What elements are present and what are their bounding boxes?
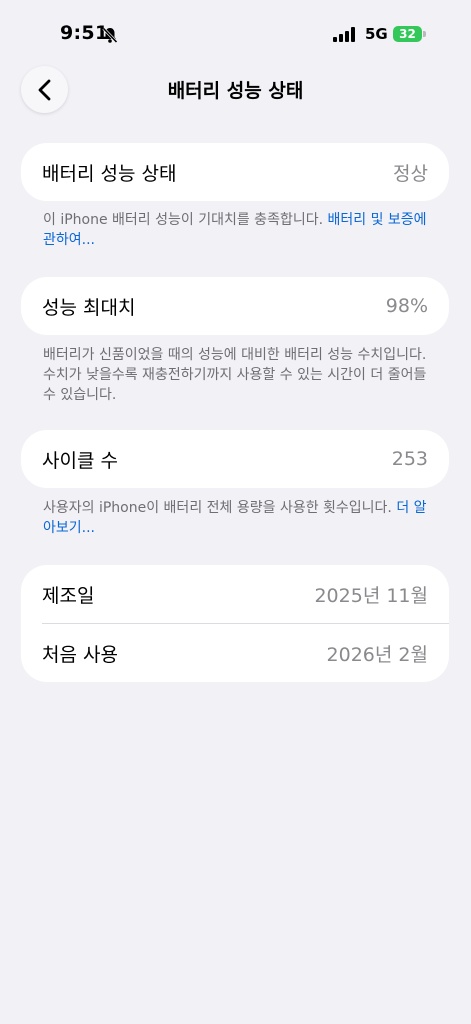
- max-capacity-card: 성능 최대치 98%: [21, 277, 449, 335]
- battery-health-value: 정상: [393, 162, 428, 185]
- status-bar: 9:51 5G 32: [0, 0, 471, 60]
- cycle-count-card: 사이클 수 253: [21, 430, 449, 488]
- cycle-count-note: 사용자의 iPhone이 배터리 전체 용량을 사용한 횟수입니다. 더 알아보…: [43, 498, 428, 538]
- max-capacity-note: 배터리가 신품이었을 때의 성능에 대비한 배터리 성능 수치입니다. 수치가 …: [43, 347, 427, 403]
- manufacture-date-value: 2025년 11월: [314, 584, 428, 607]
- network-type: 5G: [365, 25, 388, 43]
- cycle-count-note-text: 사용자의 iPhone이 배터리 전체 용량을 사용한 횟수입니다.: [43, 500, 397, 516]
- max-capacity-label: 성능 최대치: [42, 296, 136, 319]
- cellular-signal-icon: [333, 27, 357, 46]
- first-use-label: 처음 사용: [42, 643, 118, 666]
- dates-card: 제조일 2025년 11월 처음 사용 2026년 2월: [21, 565, 449, 682]
- battery-icon: 32: [393, 24, 427, 44]
- battery-health-note: 이 iPhone 배터리 성능이 기대치를 충족합니다. 배터리 및 보증에 관…: [43, 210, 428, 250]
- manufacture-date-label: 제조일: [42, 584, 95, 607]
- max-capacity-value: 98%: [385, 295, 428, 317]
- battery-health-label: 배터리 성능 상태: [42, 162, 177, 185]
- battery-cap: [423, 31, 426, 37]
- page-title: 배터리 성능 상태: [167, 80, 304, 102]
- battery-health-note-text: 이 iPhone 배터리 성능이 기대치를 충족합니다.: [43, 212, 328, 228]
- first-use-value: 2026년 2월: [326, 643, 428, 666]
- bell-slash-icon: [101, 26, 119, 48]
- cycle-count-label: 사이클 수: [42, 449, 118, 472]
- battery-health-card[interactable]: 배터리 성능 상태 정상: [21, 143, 449, 201]
- cycle-count-value: 253: [391, 448, 428, 470]
- battery-level: 32: [393, 26, 422, 42]
